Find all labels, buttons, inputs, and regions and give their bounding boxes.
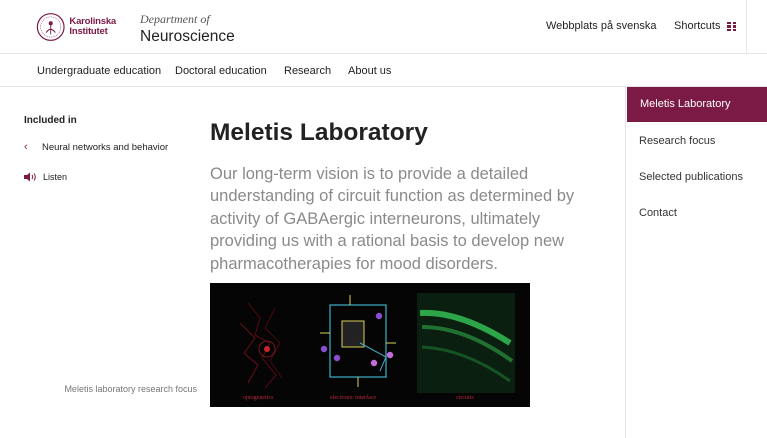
figure-label-electronic-interface: electronic interface bbox=[330, 395, 377, 401]
parent-page-label: Neural networks and behavior bbox=[42, 142, 169, 153]
figure-label-circuits: circuits bbox=[456, 395, 474, 401]
nav-undergraduate-education[interactable]: Undergraduate education bbox=[37, 65, 161, 77]
right-nav-item-selected-publications[interactable]: Selected publications bbox=[639, 171, 743, 183]
shortcuts-button[interactable]: Shortcuts bbox=[674, 20, 720, 32]
site-header: Karolinska Institutet Department of Neur… bbox=[0, 0, 767, 54]
logo-wordmark: Karolinska Institutet bbox=[69, 17, 116, 37]
speaker-icon bbox=[24, 172, 36, 182]
listen-label: Listen bbox=[43, 172, 68, 182]
main-nav: Undergraduate education Doctoral educati… bbox=[0, 55, 767, 87]
right-nav-item-contact[interactable]: Contact bbox=[639, 207, 677, 219]
nav-research[interactable]: Research bbox=[284, 65, 331, 77]
right-nav-item-meletis-laboratory[interactable]: Meletis Laboratory bbox=[627, 87, 767, 122]
lead-paragraph: Our long-term vision is to provide a det… bbox=[210, 165, 575, 273]
ki-seal-icon bbox=[36, 13, 65, 41]
right-nav-item-research-focus[interactable]: Research focus bbox=[639, 135, 715, 147]
circuits-panel bbox=[417, 293, 515, 393]
logo-line-2: Institutet bbox=[69, 26, 108, 37]
left-sidebar: Included in ‹ Neural networks and behavio… bbox=[24, 115, 194, 182]
right-nav: Meletis Laboratory Research focus Select… bbox=[625, 87, 767, 438]
parent-page-link[interactable]: ‹ Neural networks and behavior bbox=[24, 141, 194, 153]
figure-caption: Meletis laboratory research focus bbox=[64, 384, 197, 394]
chevron-left-icon: ‹ bbox=[24, 141, 28, 153]
language-switch-link[interactable]: Webbplats på svenska bbox=[546, 20, 656, 32]
nav-about-us[interactable]: About us bbox=[348, 65, 391, 77]
department-name: Neuroscience bbox=[140, 28, 235, 45]
header-divider bbox=[746, 0, 747, 54]
research-figure: optogenetics electronic interface circui… bbox=[210, 283, 530, 407]
listen-button[interactable]: Listen bbox=[24, 172, 67, 182]
figure-label-optogenetics: optogenetics bbox=[243, 395, 274, 401]
nav-doctoral-education[interactable]: Doctoral education bbox=[175, 65, 267, 77]
included-in-label: Included in bbox=[24, 115, 77, 126]
department-prefix: Department of bbox=[140, 12, 210, 26]
grid-icon[interactable] bbox=[727, 22, 737, 31]
ki-logo[interactable]: Karolinska Institutet bbox=[36, 10, 116, 44]
department-title[interactable]: Department of Neuroscience bbox=[140, 12, 235, 46]
page-title: Meletis Laboratory bbox=[210, 119, 428, 146]
research-figure-graphic bbox=[210, 283, 530, 407]
